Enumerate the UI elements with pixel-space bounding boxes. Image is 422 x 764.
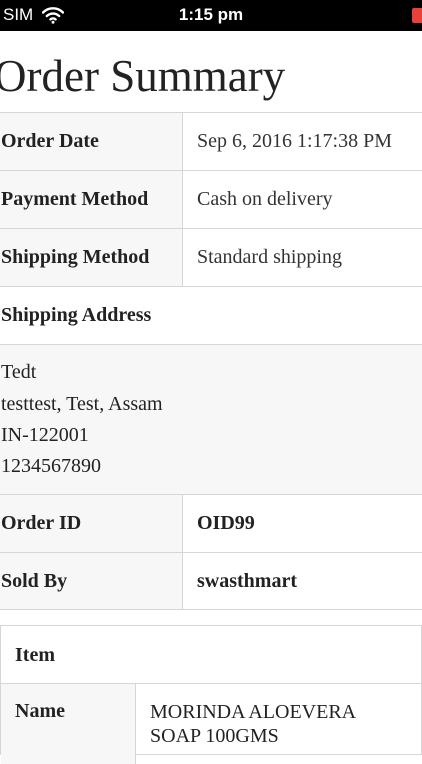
address-line: testtest, Test, Assam bbox=[1, 393, 163, 415]
order-date-value: Sep 6, 2016 1:17:38 PM bbox=[197, 130, 393, 152]
battery-icon bbox=[412, 8, 422, 23]
item-row: Name MORINDA ALOEVERA SOAP 100GMS bbox=[1, 684, 421, 764]
sold-by-value: swasthmart bbox=[197, 570, 297, 592]
payment-method-label: Payment Method bbox=[0, 171, 183, 228]
payment-method-row: Payment Method Cash on delivery bbox=[0, 170, 422, 228]
address-line: Tedt bbox=[1, 361, 37, 383]
item-header: Item bbox=[1, 626, 421, 684]
item-name-label: Name bbox=[1, 684, 136, 764]
item-table: Item Name MORINDA ALOEVERA SOAP 100GMS bbox=[0, 625, 422, 764]
page-title: Order Summary bbox=[0, 51, 286, 101]
status-bar: SIM 1:15 pm bbox=[0, 0, 422, 31]
sold-by-label: Sold By bbox=[0, 553, 183, 609]
order-id-value: OID99 bbox=[197, 512, 255, 534]
order-id-row: Order ID OID99 bbox=[0, 494, 422, 552]
sold-by-row: Sold By swasthmart bbox=[0, 552, 422, 610]
shipping-method-value: Standard shipping bbox=[197, 246, 342, 268]
address-line: 1234567890 bbox=[1, 455, 101, 477]
payment-method-value: Cash on delivery bbox=[197, 188, 333, 210]
shipping-address-label: Shipping Address bbox=[1, 304, 152, 326]
order-date-row: Order Date Sep 6, 2016 1:17:38 PM bbox=[0, 112, 422, 170]
shipping-method-label: Shipping Method bbox=[0, 229, 183, 286]
address-line: IN-122001 bbox=[1, 424, 89, 446]
shipping-method-row: Shipping Method Standard shipping bbox=[0, 228, 422, 286]
shipping-address-header-row: Shipping Address bbox=[0, 286, 422, 344]
order-id-label: Order ID bbox=[0, 495, 183, 552]
order-summary-table: Order Date Sep 6, 2016 1:17:38 PM Paymen… bbox=[0, 112, 422, 610]
item-name-value: MORINDA ALOEVERA SOAP 100GMS bbox=[150, 701, 356, 747]
shipping-address-block: Tedt testtest, Test, Assam IN-122001 123… bbox=[0, 345, 422, 494]
shipping-address-row: Tedt testtest, Test, Assam IN-122001 123… bbox=[0, 344, 422, 494]
order-date-label: Order Date bbox=[0, 113, 183, 170]
status-time: 1:15 pm bbox=[178, 5, 244, 24]
item-header-label: Item bbox=[15, 644, 55, 666]
